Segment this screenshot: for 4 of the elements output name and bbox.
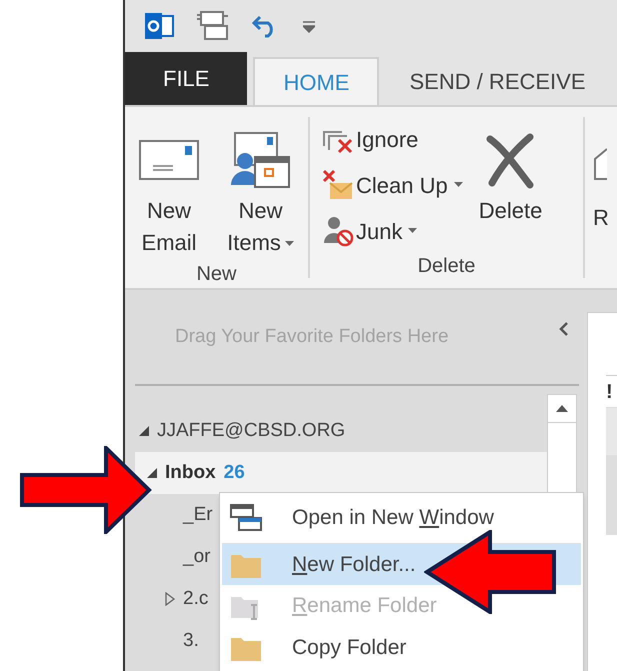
favorites-hint: Drag Your Favorite Folders Here [175, 324, 449, 349]
group-label: Delete [416, 254, 476, 279]
unread-count: 26 [224, 460, 245, 485]
group-label: New [195, 262, 238, 287]
